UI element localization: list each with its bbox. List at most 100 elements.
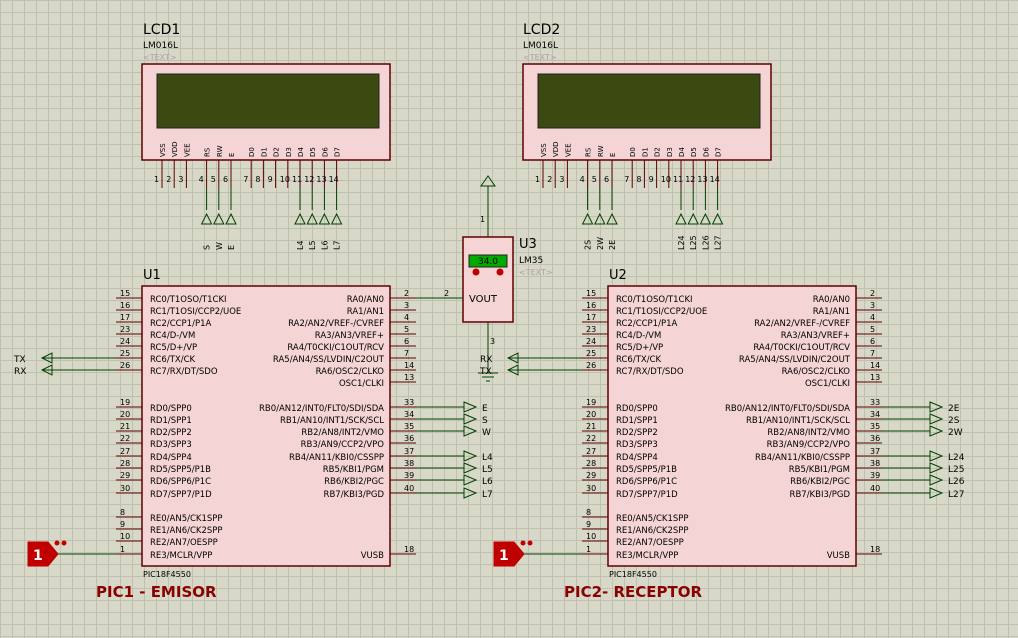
lcd-pin-number: 10 bbox=[661, 175, 671, 184]
pic-pin-number: 35 bbox=[870, 422, 880, 431]
pic-pin-label: RE1/AN6/CK2SPP bbox=[150, 526, 223, 536]
pic-pin-number: 22 bbox=[120, 434, 130, 443]
u1-pic[interactable]: U1 15RC0/T1OSO/T1CKI16RC1/T1OSI/CCP2/UOE… bbox=[13, 268, 493, 601]
u3-down-button[interactable] bbox=[472, 268, 480, 276]
lcd-net-label: E bbox=[227, 245, 236, 250]
pic-pin-label: RA5/AN4/SS/LVDIN/C2OUT bbox=[273, 355, 385, 365]
net-terminal-icon bbox=[225, 212, 237, 225]
lcd-pin-number: 9 bbox=[649, 175, 654, 184]
net-terminal-icon bbox=[318, 212, 331, 225]
lcd-pin-number: 10 bbox=[280, 175, 290, 184]
pic-pin-number: 18 bbox=[870, 545, 880, 554]
lcd-pin-number: 1 bbox=[535, 175, 540, 184]
lcd-pin-number: 1 bbox=[154, 175, 159, 184]
lcd-net-label: 2W bbox=[596, 237, 605, 250]
pic-pin-number: 37 bbox=[870, 447, 880, 456]
pic-pin-number: 30 bbox=[120, 484, 130, 493]
lcd-net-label: L5 bbox=[308, 240, 317, 250]
pic-pin-number: 21 bbox=[120, 422, 130, 431]
lcd-pin-number: 14 bbox=[710, 175, 720, 184]
pic-pin-label: RC1/T1OSI/CCP2/UOE bbox=[150, 307, 241, 317]
net-terminal-icon bbox=[929, 401, 944, 413]
pic-pin-label: RC0/T1OSO/T1CKI bbox=[616, 295, 693, 305]
lcd-pin-label: VEE bbox=[183, 143, 191, 157]
net-label: L6 bbox=[482, 477, 493, 487]
lcd2[interactable]: LCD2 LM016L <TEXT> VSS 1 VDD 2 VEE 3 RS 4 RW 5 E 6 D… bbox=[522, 22, 772, 250]
u3-up-button[interactable] bbox=[496, 268, 504, 276]
pic-pin-number: 23 bbox=[120, 325, 130, 334]
pic-pin-number: 3 bbox=[404, 301, 409, 310]
u3-body bbox=[462, 236, 514, 323]
pic-pin-number: 4 bbox=[870, 313, 875, 322]
pic-pin-number: 37 bbox=[404, 447, 414, 456]
net-terminal-icon bbox=[929, 413, 944, 425]
probe-dot-icon bbox=[527, 540, 533, 546]
lcd-pin-label: VEE bbox=[564, 143, 572, 157]
pic-pin-label: RD4/SPP4 bbox=[150, 453, 192, 463]
pic-pin-label: RB4/AN11/KBI0/CSSPP bbox=[755, 453, 850, 463]
pic-pin-label: RA6/OSC2/CLKO bbox=[316, 367, 385, 377]
pic-pin-label: RA4/T0CKI/C1OUT/RCV bbox=[287, 343, 384, 353]
net-terminal-icon bbox=[675, 212, 687, 225]
net-label: L5 bbox=[482, 465, 493, 475]
pic-pin-number: 19 bbox=[120, 398, 130, 407]
pic-pin-number: 8 bbox=[586, 508, 591, 517]
u3-vout-label: VOUT bbox=[469, 294, 498, 305]
u3-lm35[interactable]: 1 34.0 VOUT U3 LM35 <TEXT> 2 3 bbox=[413, 175, 553, 382]
net-terminal-icon bbox=[463, 487, 478, 499]
pic-pin-number: 29 bbox=[120, 471, 130, 480]
pic-pin-label: RB6/KBI2/PGC bbox=[790, 477, 850, 487]
net-terminal-icon bbox=[699, 212, 712, 225]
lcd-net-label: L26 bbox=[701, 235, 710, 250]
pic-pin-number: 18 bbox=[404, 545, 414, 554]
pic-pin-label: VUSB bbox=[361, 551, 384, 561]
u3-reading: 34.0 bbox=[478, 257, 498, 267]
pic-pin-label: RC6/TX/CK bbox=[150, 355, 196, 365]
pic-pin-number: 40 bbox=[870, 484, 880, 493]
u3-pin2: 2 bbox=[444, 289, 449, 298]
pic-pin-label: RD7/SPP7/P1D bbox=[150, 490, 212, 500]
pic-pin-label: RE3/MCLR/VPP bbox=[616, 551, 678, 561]
lcd-pin-label: E bbox=[609, 153, 617, 157]
pic-pin-number: 36 bbox=[404, 434, 414, 443]
pic-pin-label: RC0/T1OSO/T1CKI bbox=[150, 295, 227, 305]
lcd-pin-label: VDD bbox=[552, 141, 560, 157]
pic-pin-label: RA0/AN0 bbox=[813, 295, 850, 305]
pic-pin-label: RD1/SPP1 bbox=[616, 416, 658, 426]
pic-pin-label: RB0/AN12/INT0/FLT0/SDI/SDA bbox=[725, 404, 850, 414]
lcd-pin-label: D7 bbox=[334, 147, 342, 157]
lcd1-hint: <TEXT> bbox=[143, 53, 177, 62]
pic-pin-number: 39 bbox=[870, 471, 880, 480]
lcd1[interactable]: LCD1 LM016L <TEXT> VSS 1 VDD 2 VEE 3 RS 4 RW 5 E 6 D… bbox=[141, 22, 391, 250]
net-label: L27 bbox=[948, 490, 964, 500]
lcd-pin-number: 14 bbox=[329, 175, 339, 184]
pic-pin-number: 14 bbox=[870, 361, 880, 370]
lcd2-model: LM016L bbox=[523, 41, 558, 51]
pic-pin-label: RB7/KBI3/PGD bbox=[790, 490, 851, 500]
pic-pin-number: 13 bbox=[870, 373, 880, 382]
pic-pin-label: RC5/D+/VP bbox=[150, 343, 197, 353]
pic-pin-number: 10 bbox=[586, 532, 596, 541]
pic-pin-number: 33 bbox=[870, 398, 880, 407]
lcd2-hint: <TEXT> bbox=[523, 53, 557, 62]
pic-pin-label: RA1/AN1 bbox=[347, 307, 384, 317]
pic-pin-number: 24 bbox=[120, 337, 130, 346]
pic-pin-number: 9 bbox=[586, 520, 591, 529]
u2-pic[interactable]: U2 15RC0/T1OSO/T1CKI16RC1/T1OSI/CCP2/UOE… bbox=[479, 268, 965, 601]
net-terminal-icon bbox=[463, 401, 478, 413]
net-label: L26 bbox=[948, 477, 965, 487]
schematic-canvas[interactable]: LCD1 LM016L <TEXT> VSS 1 VDD 2 VEE 3 RS 4 RW 5 E 6 D… bbox=[0, 0, 1018, 638]
pic-pin-label: VUSB bbox=[827, 551, 850, 561]
net-terminal-icon bbox=[929, 450, 944, 462]
net-terminal-icon bbox=[463, 462, 478, 474]
pic-pin-number: 13 bbox=[404, 373, 414, 382]
net-label: 2E bbox=[948, 404, 960, 414]
lcd-pin-label: RS bbox=[585, 147, 593, 157]
pic-pin-number: 35 bbox=[404, 422, 414, 431]
lcd-pin-label: D5 bbox=[690, 147, 698, 157]
lcd-pin-number: 12 bbox=[304, 175, 314, 184]
pic-pin-label: RD3/SPP3 bbox=[150, 440, 192, 450]
u3-pin3: 3 bbox=[490, 337, 495, 346]
lcd-net-label: L27 bbox=[714, 235, 723, 250]
lcd-pin-number: 2 bbox=[166, 175, 171, 184]
